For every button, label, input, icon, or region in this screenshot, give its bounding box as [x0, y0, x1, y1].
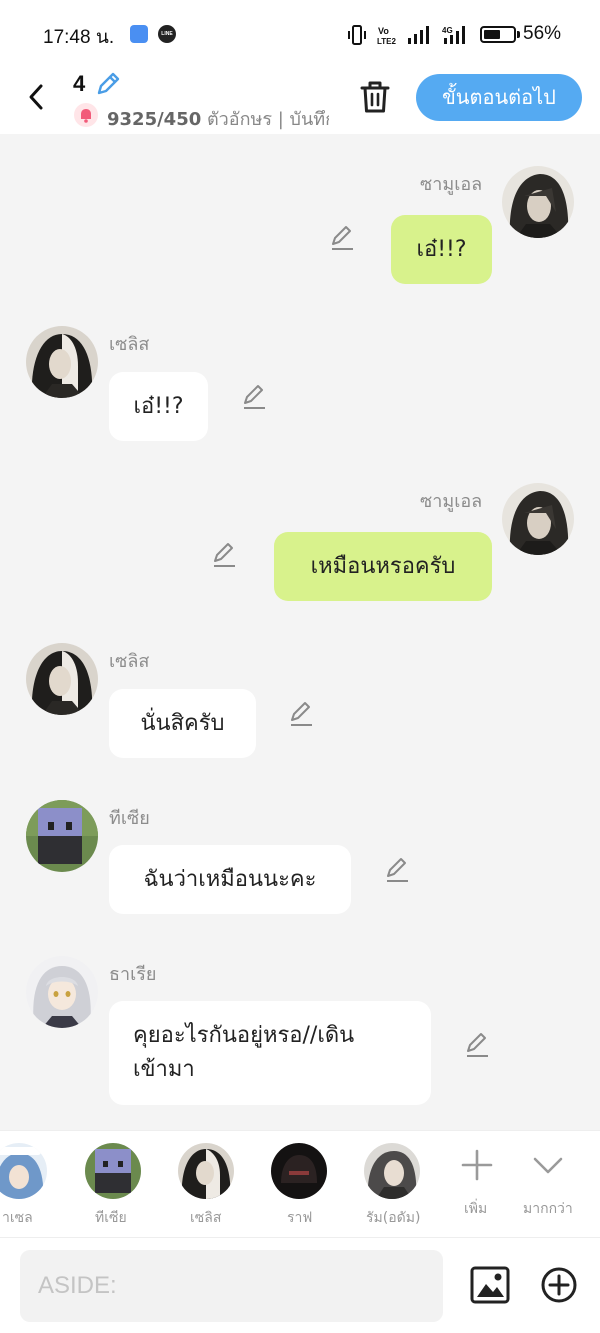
- edit-message-icon[interactable]: [210, 541, 238, 569]
- episode-number[interactable]: 4: [73, 71, 85, 97]
- message-text: นั่นสิครับ: [140, 710, 225, 736]
- character-name: ทีเซีย: [95, 1210, 127, 1226]
- character-name: รัม(อดัม): [366, 1210, 421, 1226]
- back-icon[interactable]: [22, 80, 52, 114]
- add-circle-icon[interactable]: [540, 1266, 578, 1304]
- battery-tip: [517, 31, 520, 38]
- battery-icon: [480, 26, 516, 43]
- image-icon[interactable]: [470, 1265, 510, 1305]
- messenger-icon: [130, 25, 148, 43]
- sender-name: ธาเรีย: [109, 964, 157, 985]
- editor-header: 4 9325/450 ตัวอักษร | บันทึก ขั้นตอนต่อไ…: [0, 66, 600, 134]
- status-time: 17:48 น.: [43, 27, 115, 48]
- avatar-celis[interactable]: [26, 643, 98, 715]
- plus-icon[interactable]: [459, 1147, 495, 1183]
- message-bubble[interactable]: คุยอะไรกันอยู่หรอ//เดิน เข้ามา: [109, 1001, 431, 1105]
- input-bar: [0, 1237, 600, 1333]
- aside-input[interactable]: [20, 1250, 443, 1322]
- avatar-samuel[interactable]: [502, 483, 574, 555]
- avatar-tharia[interactable]: [26, 956, 98, 1028]
- char-count-unit: ตัวอักษร | บันทึก: [201, 109, 329, 130]
- message-text: เหมือนหรอครับ: [310, 553, 456, 579]
- character-selector: าเซล ทีเซีย เซลิส ราฟ รัม(อดัม) เพิ่ม มา…: [0, 1130, 600, 1237]
- character-avatar[interactable]: [85, 1143, 141, 1199]
- character-avatar[interactable]: [178, 1143, 234, 1199]
- sender-name: ซามูเอล: [420, 174, 483, 195]
- message-bubble[interactable]: ฉันว่าเหมือนนะคะ: [109, 845, 351, 914]
- trash-icon[interactable]: [358, 78, 392, 116]
- next-step-button[interactable]: ขั้นตอนต่อไป: [416, 74, 582, 121]
- signal-icon: [408, 26, 429, 44]
- edit-pencil-icon[interactable]: [94, 70, 122, 98]
- 4g-signal-icon: 4G: [442, 26, 465, 44]
- message-bubble[interactable]: เหมือนหรอครับ: [274, 532, 492, 601]
- avatar-celis[interactable]: [26, 326, 98, 398]
- add-character-label: เพิ่ม: [464, 1201, 488, 1217]
- character-avatar[interactable]: [271, 1143, 327, 1199]
- system-status-icons: Vo LTE2 4G: [348, 25, 465, 46]
- message-text: ฉันว่าเหมือนนะคะ: [143, 866, 317, 892]
- character-count: 9325/450 ตัวอักษร | บันทึก: [107, 104, 329, 133]
- avatar-tisia[interactable]: [26, 800, 98, 872]
- character-avatar[interactable]: [0, 1143, 47, 1199]
- sender-name: ซามูเอล: [420, 491, 483, 512]
- character-name: ราฟ: [287, 1210, 313, 1226]
- line-icon: LINE: [158, 25, 176, 43]
- edit-message-icon[interactable]: [287, 700, 315, 728]
- battery-percent: 56%: [523, 23, 562, 44]
- status-bar: 17:48 น. LINE Vo LTE2 4G 56%: [0, 0, 600, 66]
- message-text-line2: เข้ามา: [133, 1057, 195, 1082]
- message-text: เอ๋!!?: [133, 393, 184, 419]
- chevron-down-icon[interactable]: [530, 1147, 566, 1183]
- edit-message-icon[interactable]: [328, 224, 356, 252]
- volte-icon: Vo LTE2: [377, 26, 397, 46]
- character-name: เซลิส: [190, 1210, 222, 1226]
- avatar-samuel[interactable]: [502, 166, 574, 238]
- message-text: เอ๋!!?: [416, 236, 467, 262]
- character-avatar[interactable]: [364, 1143, 420, 1199]
- svg-text:Vo: Vo: [378, 26, 389, 36]
- bell-icon[interactable]: [74, 103, 98, 127]
- message-bubble[interactable]: เอ๋!!?: [109, 372, 208, 441]
- more-characters-label: มากกว่า: [523, 1201, 573, 1217]
- message-bubble[interactable]: เอ๋!!?: [391, 215, 492, 284]
- edit-message-icon[interactable]: [240, 383, 268, 411]
- chat-area: ซามูเอล เอ๋!!? เซลิส เอ๋!!? ซามูเอล เหมื…: [0, 134, 600, 1130]
- char-count-value: 9325/450: [107, 109, 202, 130]
- edit-message-icon[interactable]: [463, 1031, 491, 1059]
- message-text: คุยอะไรกันอยู่หรอ//เดิน: [133, 1023, 355, 1048]
- sender-name: เซลิส: [109, 651, 150, 672]
- sender-name: ทีเซีย: [109, 808, 150, 829]
- vibrate-icon: [348, 25, 366, 45]
- battery-fill: [484, 30, 500, 39]
- edit-message-icon[interactable]: [383, 856, 411, 884]
- svg-text:4G: 4G: [442, 26, 453, 35]
- svg-text:LTE2: LTE2: [377, 37, 397, 46]
- sender-name: เซลิส: [109, 334, 150, 355]
- message-bubble[interactable]: นั่นสิครับ: [109, 689, 256, 758]
- character-name: าเซล: [2, 1210, 33, 1226]
